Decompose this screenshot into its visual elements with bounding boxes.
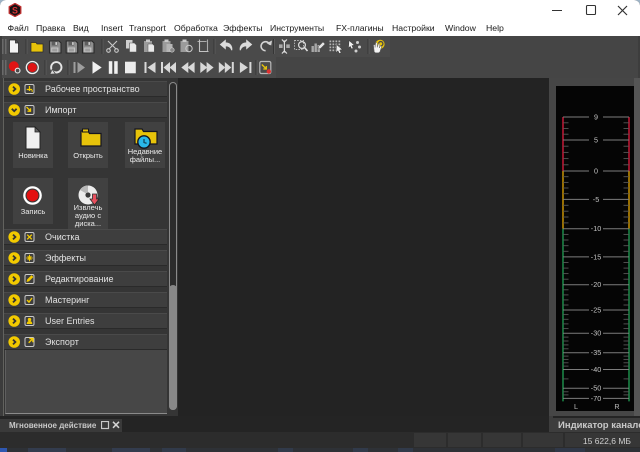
svg-text:-70: -70 — [591, 394, 601, 403]
svg-text:-5: -5 — [593, 195, 599, 204]
svg-text:L: L — [574, 402, 578, 411]
svg-text:R: R — [614, 402, 619, 411]
svg-text:-20: -20 — [591, 280, 601, 289]
svg-text:-15: -15 — [591, 252, 601, 261]
svg-text:S: S — [12, 5, 18, 15]
svg-text:9: 9 — [594, 112, 598, 121]
svg-text:-10: -10 — [591, 224, 601, 233]
svg-text:5: 5 — [594, 135, 598, 144]
svg-text:-25: -25 — [591, 305, 601, 314]
svg-text:-50: -50 — [591, 384, 601, 393]
svg-text:0: 0 — [594, 166, 598, 175]
svg-text:-30: -30 — [591, 329, 601, 338]
svg-text:-40: -40 — [591, 365, 601, 374]
svg-text:-35: -35 — [591, 348, 601, 357]
